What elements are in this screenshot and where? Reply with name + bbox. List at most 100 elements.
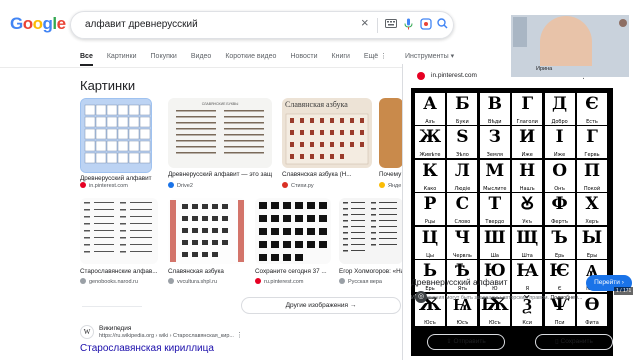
save-button[interactable]: ▯ Сохранить xyxy=(535,334,613,350)
glyph-word: Слово xyxy=(454,219,471,226)
image-thumb-3[interactable]: Славянская азбука xyxy=(282,98,372,168)
participant-name: Ирина xyxy=(536,66,553,72)
glyph-word: Рцы xyxy=(424,219,436,226)
tab-books[interactable]: Книги xyxy=(332,52,350,66)
glyph-letter: Щ xyxy=(516,227,539,248)
google-logo[interactable]: Google xyxy=(10,14,66,34)
image-caption-1[interactable]: Древнерусский алфавит xyxy=(80,175,152,182)
image-source-label: Русская вера xyxy=(348,279,382,285)
glyph-letter: Р xyxy=(423,194,437,215)
glyph-letter: Л xyxy=(454,160,470,181)
glyph-word: Иже xyxy=(521,152,533,159)
preview-image[interactable]: А Азъ Б Буки В Вѣди Г Глаголи Д Добро Є Есть Ж Живѣте… xyxy=(411,88,613,356)
tab-images[interactable]: Картинки xyxy=(107,52,137,66)
glyph-letter: Г xyxy=(521,94,534,114)
visual-search-icon[interactable]: ◎ xyxy=(415,291,427,303)
glyph-letter: Ф xyxy=(551,194,568,215)
wikipedia-icon: W xyxy=(80,325,94,339)
more-vert-icon[interactable]: ⋮ xyxy=(236,331,243,339)
background-shelf xyxy=(513,17,527,47)
image-caption-8[interactable]: Егор Холмогоров: «На xyxy=(339,268,403,275)
glyph-letter: М xyxy=(485,160,505,181)
image-source-4: Янде xyxy=(379,182,403,189)
image-source-6: vvcultura.shpl.ru xyxy=(168,278,217,285)
glyph-word: Есть xyxy=(586,119,598,125)
close-icon[interactable]: × xyxy=(361,16,369,30)
glyph-letter: В xyxy=(487,94,502,114)
image-thumb-8[interactable] xyxy=(339,198,403,264)
image-thumb-6[interactable] xyxy=(168,198,246,264)
glyph-cell: Д Добро xyxy=(544,93,575,125)
image-source-3: Стихи.ру xyxy=(282,182,314,189)
glyph-letter: Ц xyxy=(421,227,439,248)
learn-more-link[interactable]: Подробнее... xyxy=(550,295,582,301)
glyph-word: Еры xyxy=(586,252,598,259)
more-vert-icon: ⋮ xyxy=(380,53,388,60)
glyph-word: Людіе xyxy=(454,185,471,192)
glyph-cell: Ѕ Зѣло xyxy=(447,126,478,159)
tab-all[interactable]: Все xyxy=(80,52,93,66)
image-source-label: Стихи.ру xyxy=(291,183,314,189)
more-images-button[interactable]: Другие изображения → xyxy=(82,297,560,314)
glyph-cell: З Земля xyxy=(479,126,510,159)
pinterest-icon xyxy=(417,72,425,80)
image-caption-6[interactable]: Славянская азбука xyxy=(168,268,246,275)
tab-shopping[interactable]: Покупки xyxy=(151,52,177,66)
glyph-word: Шта xyxy=(521,252,533,259)
microphone-icon[interactable] xyxy=(404,18,413,34)
panel-source[interactable]: in.pinterest.com xyxy=(431,72,477,79)
tab-news[interactable]: Новости xyxy=(290,52,317,66)
glyph-word: Херъ xyxy=(585,219,599,226)
search-icon[interactable] xyxy=(437,18,448,33)
glyph-cell: М Мыслите xyxy=(479,159,510,192)
search-box[interactable]: алфавит древнерусский × xyxy=(70,11,454,39)
glyph-letter: Ъ xyxy=(551,227,568,248)
image-caption-2[interactable]: Древнерусский алфавит — это защ... xyxy=(168,171,272,178)
glyph-word: Гервь xyxy=(584,152,600,159)
glyph-word: Фертъ xyxy=(551,219,569,226)
glyph-letter: Н xyxy=(519,160,536,181)
glyph-word: Ша xyxy=(490,252,499,259)
glyph-cell: Ф Фертъ xyxy=(544,193,575,226)
image-thumb-1[interactable] xyxy=(80,98,152,173)
lens-icon[interactable] xyxy=(420,18,432,34)
panel-title[interactable]: Древнерусский алфавит xyxy=(411,277,508,287)
image-caption-5[interactable]: Старославянские алфав... xyxy=(80,268,158,275)
tab-more[interactable]: Ещё ⋮ xyxy=(364,52,387,66)
save-label: Сохранить xyxy=(560,338,593,345)
pinterest-icon xyxy=(255,278,261,284)
glyph-word: Иже xyxy=(553,152,566,159)
image-caption-3[interactable]: Славянская азбука (Н... xyxy=(282,171,372,178)
participant-video xyxy=(540,16,592,66)
image-source-2: Drive2 xyxy=(168,182,193,189)
glyph-cell: Є Есть xyxy=(577,93,607,125)
glyph-cell: ѤЄ xyxy=(544,260,575,293)
image-source-label: ru.pinterest.com xyxy=(264,279,304,285)
glyph-word: Укъ xyxy=(522,219,532,226)
glyph-word: Червль xyxy=(453,252,472,259)
image-thumb-5[interactable] xyxy=(80,198,158,264)
search-input[interactable]: алфавит древнерусский xyxy=(85,19,198,30)
tab-videos[interactable]: Видео xyxy=(191,52,211,66)
glyph-word: Покой xyxy=(583,185,601,192)
glyph-letter: Ж xyxy=(418,127,442,148)
tab-short-videos[interactable]: Короткие видео xyxy=(225,52,276,66)
tools-button[interactable]: Инструменты ▾ xyxy=(405,52,454,62)
image-thumb-7[interactable] xyxy=(255,198,331,264)
glyph-word: Юсъ xyxy=(424,319,436,326)
glyph-letter: З xyxy=(488,127,501,148)
glyph-cell: Ш Ша xyxy=(479,226,510,259)
share-button[interactable]: ⇪ Отправить xyxy=(427,334,505,350)
image-thumb-2[interactable]: СЛАВЯНСКИЕ БУКВЫ xyxy=(168,98,272,168)
glyph-word: Я xyxy=(525,286,529,293)
visit-label: Перейти xyxy=(594,279,620,286)
image-caption-4[interactable]: Почему ... xyxy=(379,171,403,178)
keyboard-icon[interactable] xyxy=(385,18,397,32)
glyph-letter: А xyxy=(423,94,437,114)
result-title[interactable]: Старославянская кириллица xyxy=(80,343,214,354)
glyph-word: Азъ xyxy=(425,119,435,125)
glyph-cell: Б Буки xyxy=(447,93,478,125)
image-caption-7[interactable]: Сохраните сегодня 37 ... xyxy=(255,268,331,275)
image-thumb-4[interactable] xyxy=(379,98,403,168)
glyph-letter: Ѥ xyxy=(549,261,570,282)
